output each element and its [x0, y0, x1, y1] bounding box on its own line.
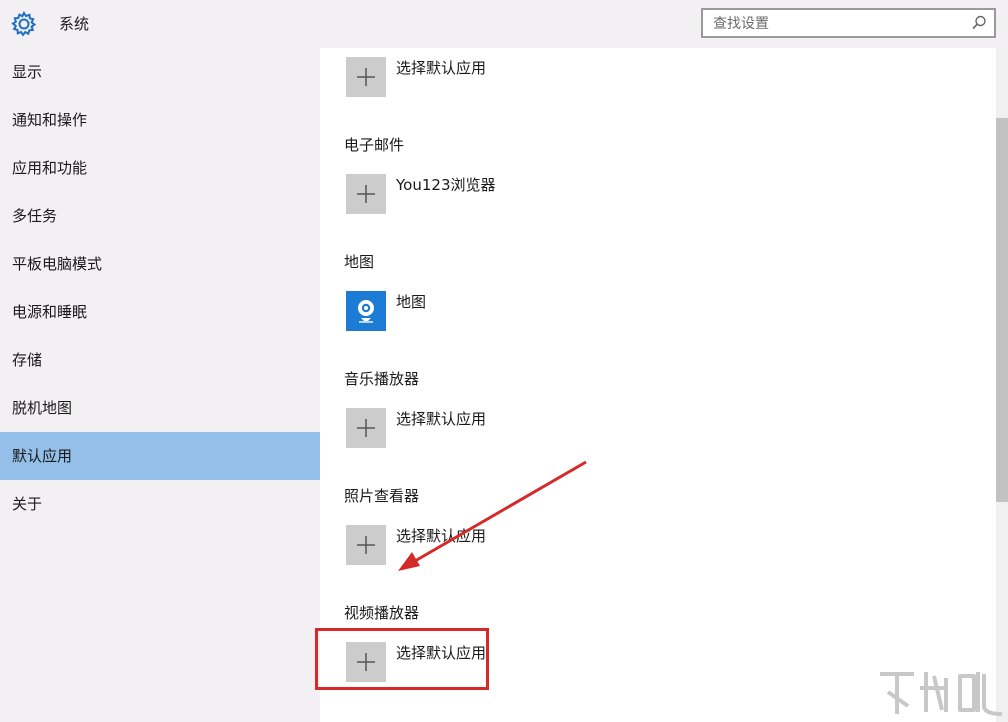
- section-title-maps: 地图: [344, 253, 375, 271]
- photo-app-picker[interactable]: 选择默认应用: [346, 525, 646, 565]
- email-app-picker[interactable]: You123浏览器: [346, 174, 646, 214]
- search-icon[interactable]: [970, 14, 988, 32]
- app-picker-label: You123浏览器: [396, 176, 496, 194]
- app-picker-label: 选择默认应用: [396, 527, 487, 545]
- plus-icon: [346, 57, 386, 97]
- default-app-picker-top[interactable]: 选择默认应用: [346, 57, 646, 97]
- sidebar-item-power-sleep[interactable]: 电源和睡眠: [0, 288, 320, 336]
- scrollbar-thumb[interactable]: [996, 118, 1008, 502]
- section-title-email: 电子邮件: [344, 136, 405, 154]
- app-picker-label: 地图: [396, 293, 427, 311]
- content-pane: [320, 48, 996, 722]
- sidebar-item-apps-features[interactable]: 应用和功能: [0, 144, 320, 192]
- music-app-picker[interactable]: 选择默认应用: [346, 408, 646, 448]
- gear-icon: [11, 11, 37, 37]
- sidebar-item-notifications[interactable]: 通知和操作: [0, 96, 320, 144]
- sidebar-item-multitasking[interactable]: 多任务: [0, 192, 320, 240]
- maps-app-picker[interactable]: 地图: [346, 291, 646, 331]
- title-bar: 系统: [0, 0, 1008, 48]
- sidebar-item-offline-maps[interactable]: 脱机地图: [0, 384, 320, 432]
- sidebar-item-about[interactable]: 关于: [0, 480, 320, 528]
- sidebar-item-storage[interactable]: 存储: [0, 336, 320, 384]
- sidebar-item-tablet-mode[interactable]: 平板电脑模式: [0, 240, 320, 288]
- section-title-music-player: 音乐播放器: [344, 370, 420, 388]
- plus-icon: [346, 525, 386, 565]
- app-picker-label: 选择默认应用: [396, 59, 487, 77]
- search-box[interactable]: [701, 8, 996, 38]
- search-input[interactable]: [711, 13, 965, 35]
- window-title: 系统: [59, 15, 90, 33]
- sidebar-item-display[interactable]: 显示: [0, 48, 320, 96]
- section-title-photo-viewer: 照片查看器: [344, 487, 420, 505]
- app-picker-label: 选择默认应用: [396, 410, 487, 428]
- sidebar-item-default-apps[interactable]: 默认应用: [0, 432, 320, 480]
- annotation-highlight-box: [315, 628, 489, 690]
- sidebar-nav: 显示 通知和操作 应用和功能 多任务 平板电脑模式 电源和睡眠 存储 脱机地图 …: [0, 48, 320, 722]
- section-title-video-player: 视频播放器: [344, 604, 420, 622]
- watermark-logo: [880, 672, 1003, 716]
- maps-app-icon: [346, 291, 386, 331]
- plus-icon: [346, 408, 386, 448]
- plus-icon: [346, 174, 386, 214]
